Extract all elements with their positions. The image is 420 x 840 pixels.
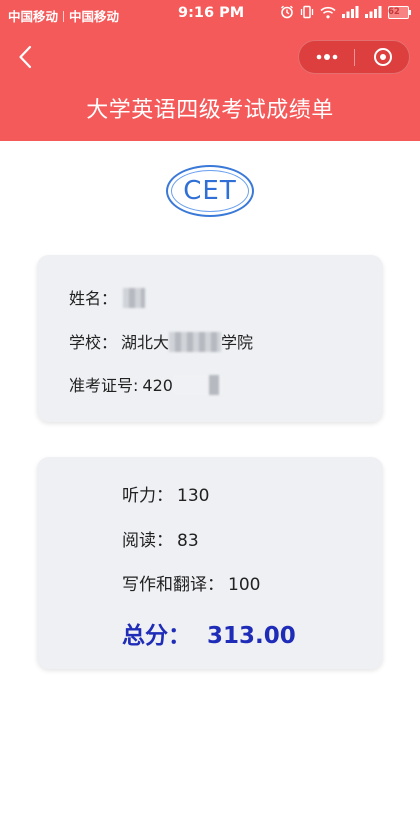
vibrate-icon xyxy=(300,5,314,19)
cet-logo-text: CET xyxy=(183,176,237,206)
wifi-icon xyxy=(320,6,336,19)
battery-level: 62 xyxy=(388,6,400,17)
ticket-label: 准考证号: xyxy=(69,376,139,395)
status-bar: 中国移动 中国移动 9:16 PM 62 xyxy=(0,0,420,30)
mini-program-capsule xyxy=(298,40,410,74)
more-button[interactable] xyxy=(299,41,354,73)
chevron-left-icon xyxy=(19,45,32,69)
listening-row: 听力： 130 xyxy=(122,481,209,506)
name-row: 姓名： xyxy=(69,285,146,309)
carrier-info: 中国移动 中国移动 xyxy=(8,6,119,25)
writing-row: 写作和翻译： 100 xyxy=(122,570,260,595)
school-row: 学校： 湖北大 学院 xyxy=(69,329,253,353)
total-row: 总分： 313.00 xyxy=(122,616,296,650)
carrier-1: 中国移动 xyxy=(8,9,59,24)
target-circle-icon xyxy=(373,48,392,66)
reading-value: 83 xyxy=(177,531,199,551)
name-label: 姓名： xyxy=(69,289,118,308)
header: 中国移动 中国移动 9:16 PM 62 大学英语四级考试成绩单 xyxy=(0,0,420,141)
reading-label: 阅读： xyxy=(122,531,173,551)
carrier-separator xyxy=(63,11,65,22)
writing-value: 100 xyxy=(228,575,261,595)
back-button[interactable] xyxy=(12,42,38,72)
listening-label: 听力： xyxy=(122,486,173,506)
signal-icon-2 xyxy=(365,6,382,18)
alarm-icon xyxy=(280,5,294,19)
close-button[interactable] xyxy=(355,41,410,73)
writing-label: 写作和翻译： xyxy=(122,575,224,595)
carrier-2: 中国移动 xyxy=(69,9,120,24)
status-icons: 62 xyxy=(280,5,412,19)
reading-row: 阅读： 83 xyxy=(122,526,199,551)
name-value-redacted xyxy=(123,288,146,308)
info-card: 姓名： 学校： 湖北大 学院 准考证号: 420 xyxy=(37,255,383,422)
status-time: 9:16 PM xyxy=(178,5,245,21)
ticket-value-redacted xyxy=(172,375,223,395)
ticket-row: 准考证号: 420 xyxy=(69,372,223,396)
total-value: 313.00 xyxy=(207,623,296,649)
total-label: 总分： xyxy=(122,623,191,649)
school-value-start: 湖北大 xyxy=(121,333,170,352)
ticket-value-start: 420 xyxy=(142,376,173,395)
more-dots-icon xyxy=(316,54,337,60)
cet-logo: CET xyxy=(166,165,254,217)
school-value-end: 学院 xyxy=(221,333,254,352)
page-title: 大学英语四级考试成绩单 xyxy=(86,98,334,123)
school-label: 学校： xyxy=(69,333,118,352)
score-card: 听力： 130 阅读： 83 写作和翻译： 100 总分： 313.00 xyxy=(37,457,383,669)
signal-icon-1 xyxy=(342,6,359,18)
battery-icon: 62 xyxy=(388,5,412,19)
school-value-redacted xyxy=(169,332,222,352)
listening-value: 130 xyxy=(177,486,210,506)
